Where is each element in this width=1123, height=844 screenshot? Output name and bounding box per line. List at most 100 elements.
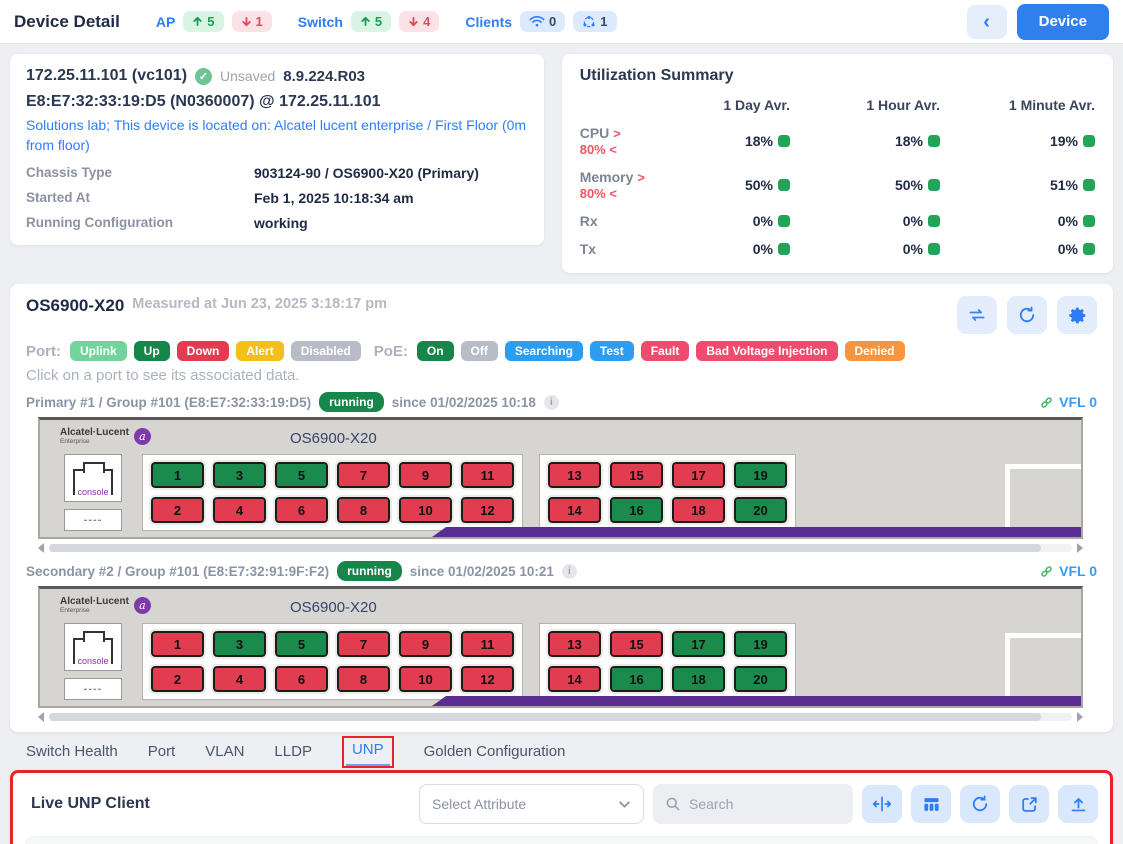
util-value-1-0: 50% (645, 177, 790, 193)
running-status-badge: running (337, 561, 402, 581)
port-20[interactable]: 20 (734, 497, 787, 523)
tab-switch-health[interactable]: Switch Health (26, 743, 118, 766)
port-5[interactable]: 5 (275, 631, 328, 657)
util-row-label-2: Rx (580, 213, 645, 229)
usb-port[interactable]: ---- (64, 509, 122, 531)
scroll-track[interactable] (49, 713, 1072, 721)
port-13[interactable]: 13 (548, 631, 601, 657)
port-6[interactable]: 6 (275, 666, 328, 692)
port-4[interactable]: 4 (213, 666, 266, 692)
port-16[interactable]: 16 (610, 497, 663, 523)
port-4[interactable]: 4 (213, 497, 266, 523)
tab-golden-configuration[interactable]: Golden Configuration (424, 743, 566, 766)
port-18[interactable]: 18 (672, 497, 725, 523)
tab-unp[interactable]: UNP (342, 736, 394, 768)
port-2[interactable]: 2 (151, 666, 204, 692)
vfl-link[interactable]: VFL 0 (1039, 563, 1097, 579)
port-14[interactable]: 14 (548, 497, 601, 523)
port-11[interactable]: 11 (461, 462, 514, 488)
port-3[interactable]: 3 (213, 631, 266, 657)
scroll-thumb[interactable] (49, 713, 1041, 721)
port-13[interactable]: 13 (548, 462, 601, 488)
status-square-icon (928, 179, 940, 191)
top-bar: Device Detail AP 5 1 Switch 5 4 Clients … (0, 0, 1123, 44)
port-8[interactable]: 8 (337, 497, 390, 523)
saved-status: Unsaved (220, 68, 275, 84)
vfl-link[interactable]: VFL 0 (1039, 394, 1097, 410)
tab-label: Switch Health (26, 743, 118, 760)
port-18[interactable]: 18 (672, 666, 725, 692)
check-seal-icon: ✓ (195, 68, 212, 85)
port-1[interactable]: 1 (151, 462, 204, 488)
scroll-track[interactable] (49, 544, 1072, 552)
port-19[interactable]: 19 (734, 462, 787, 488)
port-15[interactable]: 15 (610, 631, 663, 657)
port-10[interactable]: 10 (399, 666, 452, 692)
switch-down-badge[interactable]: 4 (399, 11, 439, 32)
chassis-image-1[interactable]: Alcatel·LucentEnterpriseaOS6900-X20conso… (38, 586, 1083, 708)
port-11[interactable]: 11 (461, 631, 514, 657)
port-7[interactable]: 7 (337, 631, 390, 657)
port-15[interactable]: 15 (610, 462, 663, 488)
attribute-select[interactable]: Select Attribute (419, 784, 644, 824)
info-icon[interactable]: i (562, 564, 577, 579)
port-8[interactable]: 8 (337, 666, 390, 692)
chassis-image-0[interactable]: Alcatel·LucentEnterpriseaOS6900-X20conso… (38, 417, 1083, 539)
ap-down-badge[interactable]: 1 (232, 11, 272, 32)
console-port[interactable]: console (64, 454, 122, 502)
refresh-button[interactable] (1007, 296, 1047, 334)
port-3[interactable]: 3 (213, 462, 266, 488)
search-box[interactable] (653, 784, 853, 824)
open-external-button[interactable] (1009, 785, 1049, 823)
tab-vlan[interactable]: VLAN (205, 743, 244, 766)
port-12[interactable]: 12 (461, 666, 514, 692)
port-20[interactable]: 20 (734, 666, 787, 692)
port-16[interactable]: 16 (610, 666, 663, 692)
swap-view-button[interactable] (957, 296, 997, 334)
poe-badge-denied: Denied (845, 341, 905, 361)
port-1[interactable]: 1 (151, 631, 204, 657)
info-icon[interactable]: i (544, 395, 559, 410)
port-17[interactable]: 17 (672, 462, 725, 488)
scroll-right-arrow[interactable] (1077, 712, 1083, 722)
clients-wireless-badge[interactable]: 0 (520, 11, 565, 32)
console-port[interactable]: console (64, 623, 122, 671)
util-metric: Memory (580, 169, 634, 185)
columns-button[interactable] (911, 785, 951, 823)
port-row-top: 13 15 17 19 (548, 462, 787, 488)
field-label-2: Running Configuration (26, 215, 254, 231)
device-location-link[interactable]: Solutions lab; This device is located on… (26, 115, 528, 156)
tab-lldp[interactable]: LLDP (274, 743, 312, 766)
repeat-icon (967, 305, 987, 325)
port-12[interactable]: 12 (461, 497, 514, 523)
port-7[interactable]: 7 (337, 462, 390, 488)
port-10[interactable]: 10 (399, 497, 452, 523)
status-square-icon (778, 135, 790, 147)
tab-port[interactable]: Port (148, 743, 176, 766)
port-9[interactable]: 9 (399, 462, 452, 488)
scroll-left-arrow[interactable] (38, 543, 44, 553)
port-6[interactable]: 6 (275, 497, 328, 523)
port-17[interactable]: 17 (672, 631, 725, 657)
port-5[interactable]: 5 (275, 462, 328, 488)
scroll-left-arrow[interactable] (38, 712, 44, 722)
port-14[interactable]: 14 (548, 666, 601, 692)
usb-port[interactable]: ---- (64, 678, 122, 700)
settings-button[interactable] (1057, 296, 1097, 334)
brand-text: Alcatel·LucentEnterprise (60, 597, 129, 614)
scroll-right-arrow[interactable] (1077, 543, 1083, 553)
search-input[interactable] (689, 796, 819, 812)
port-9[interactable]: 9 (399, 631, 452, 657)
port-2[interactable]: 2 (151, 497, 204, 523)
scroll-thumb[interactable] (49, 544, 1041, 552)
ap-up-badge[interactable]: 5 (183, 11, 223, 32)
refresh-table-button[interactable] (960, 785, 1000, 823)
fit-columns-button[interactable] (862, 785, 902, 823)
chassis-body: console----13579112468101213151719141618… (60, 454, 1081, 531)
clients-wired-badge[interactable]: 1 (573, 11, 616, 32)
device-button[interactable]: Device (1017, 4, 1109, 40)
port-19[interactable]: 19 (734, 631, 787, 657)
export-button[interactable] (1058, 785, 1098, 823)
collapse-panel-button[interactable]: ‹ (967, 5, 1007, 39)
switch-up-badge[interactable]: 5 (351, 11, 391, 32)
